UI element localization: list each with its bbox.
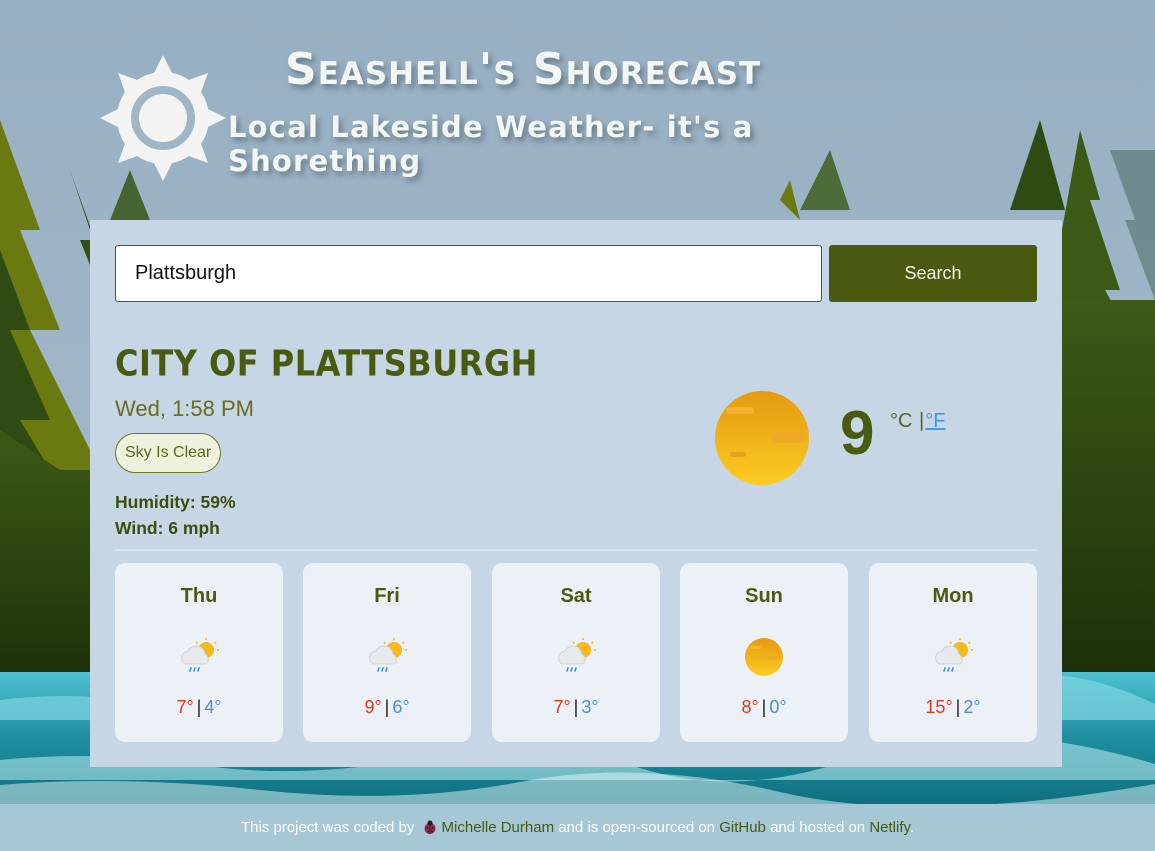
footer: This project was coded by Michelle Durha… bbox=[0, 804, 1155, 851]
forecast-card: Sun 8° | 0° bbox=[680, 563, 848, 742]
forecast-day: Mon bbox=[932, 585, 974, 607]
github-link[interactable]: GitHub bbox=[719, 819, 766, 836]
unit-toggle: °C |°F bbox=[890, 410, 945, 433]
netlify-link[interactable]: Netlify bbox=[869, 819, 910, 836]
author-link[interactable]: Michelle Durham bbox=[442, 819, 555, 836]
forecast-day: Sat bbox=[560, 585, 592, 607]
weather-card: Search City of Plattsburgh Wed, 1:58 PM … bbox=[90, 220, 1062, 767]
clear-sky-icon bbox=[745, 638, 783, 676]
forecast-min: 0° bbox=[769, 697, 787, 717]
celsius-unit: °C bbox=[890, 410, 913, 432]
wind-value: Wind: 6 mph bbox=[115, 518, 220, 538]
condition-badge: Sky Is Clear bbox=[115, 433, 222, 473]
temp-separator: | bbox=[573, 697, 579, 717]
sun-rain-icon bbox=[369, 638, 407, 672]
forecast-min: 6° bbox=[392, 697, 410, 717]
forecast-day: Thu bbox=[180, 585, 218, 607]
footer-text: and hosted on bbox=[770, 819, 866, 836]
forecast-card: Sat 7° | 3° bbox=[492, 563, 660, 742]
forecast-min: 2° bbox=[963, 697, 981, 717]
forecast-temps: 7° | 3° bbox=[492, 697, 660, 718]
temp-separator: | bbox=[761, 697, 767, 717]
search-button[interactable]: Search bbox=[829, 245, 1037, 302]
forecast-temps: 7° | 4° bbox=[115, 697, 283, 718]
app-title: Seashell's Shorecast bbox=[285, 44, 762, 95]
header: Seashell's Shorecast Local Lakeside Weat… bbox=[0, 0, 1155, 200]
fahrenheit-link[interactable]: °F bbox=[925, 410, 945, 432]
sun-icon bbox=[100, 55, 226, 181]
forecast-max: 8° bbox=[741, 697, 759, 717]
sun-rain-icon bbox=[558, 638, 596, 672]
humidity-value: Humidity: 59% bbox=[115, 492, 236, 512]
forecast-max: 7° bbox=[553, 697, 571, 717]
sun-rain-icon bbox=[935, 638, 973, 672]
temp-separator: | bbox=[196, 697, 202, 717]
current-datetime: Wed, 1:58 PM bbox=[115, 396, 254, 421]
forecast-max: 15° bbox=[925, 697, 953, 717]
divider bbox=[115, 549, 1037, 551]
app-subtitle: Local Lakeside Weather- it's a Shorethin… bbox=[228, 110, 754, 178]
forecast-day: Fri bbox=[374, 585, 400, 607]
footer-text: This project was coded by bbox=[240, 819, 415, 836]
forecast-day: Sun bbox=[745, 585, 783, 607]
forecast-card: Fri 9° | 6° bbox=[303, 563, 471, 742]
forecast-card: Thu 7° | 4° bbox=[115, 563, 283, 742]
forecast-max: 9° bbox=[364, 697, 382, 717]
temp-separator: | bbox=[384, 697, 390, 717]
current-temperature: 9 bbox=[840, 399, 875, 468]
clear-sky-icon bbox=[715, 391, 809, 485]
footer-period: . bbox=[909, 819, 915, 836]
city-search-input[interactable] bbox=[115, 245, 822, 302]
forecast-max: 7° bbox=[176, 697, 194, 717]
forecast-temps: 8° | 0° bbox=[680, 697, 848, 718]
ladybug-icon bbox=[424, 820, 436, 834]
forecast-min: 3° bbox=[581, 697, 599, 717]
forecast-temps: 15° | 2° bbox=[869, 697, 1037, 718]
city-name: City of Plattsburgh bbox=[115, 342, 538, 385]
sun-rain-icon bbox=[181, 638, 219, 672]
forecast-min: 4° bbox=[204, 697, 222, 717]
temp-separator: | bbox=[955, 697, 961, 717]
unit-separator: | bbox=[919, 410, 925, 432]
forecast-temps: 9° | 6° bbox=[303, 697, 471, 718]
forecast-card: Mon 15° | 2° bbox=[869, 563, 1037, 742]
footer-text: and is open-sourced on bbox=[558, 819, 716, 836]
